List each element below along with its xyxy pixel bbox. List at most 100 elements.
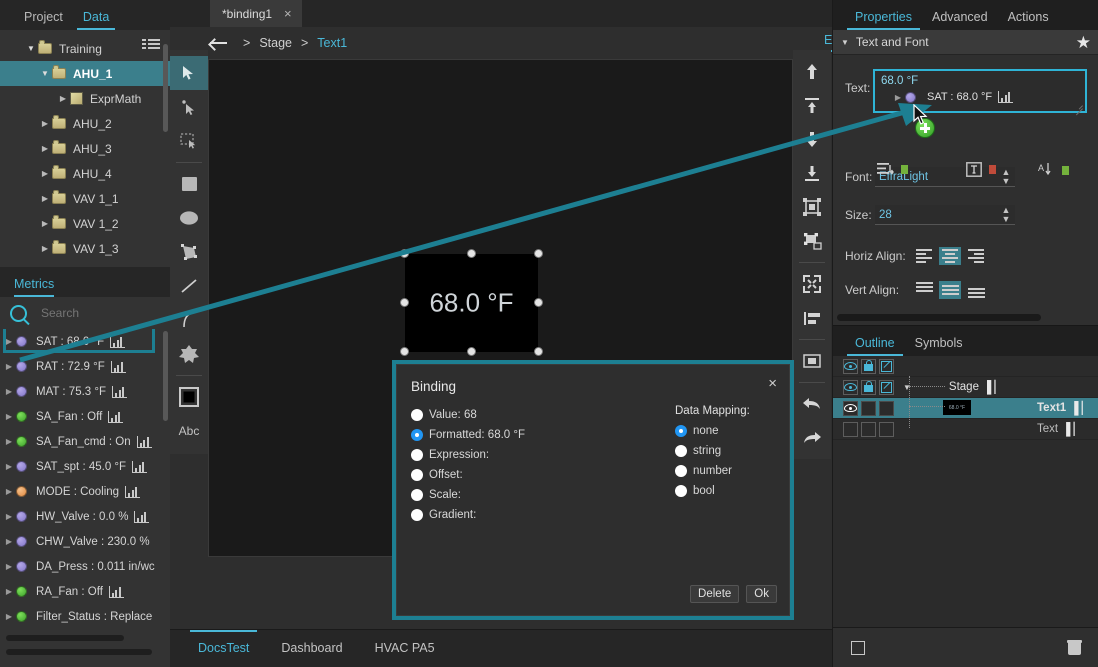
trend-chart-icon[interactable] [125,485,141,498]
size-input[interactable] [875,205,1015,225]
document-tab-binding1[interactable]: *binding1 × [210,0,302,27]
tree-item-ahu-4[interactable]: ▶ AHU_4 [0,161,170,186]
canvas-text-element[interactable]: 68.0 °F [405,254,538,352]
visibility-toggle[interactable] [843,421,858,437]
valign-top-button[interactable] [913,281,935,299]
back-arrow-icon[interactable] [210,38,232,48]
radio-icon[interactable] [411,509,423,521]
chevron-right-icon[interactable]: ▶ [38,194,52,203]
visibility-toggle[interactable] [843,379,858,395]
radio-icon[interactable] [675,425,687,437]
ok-button[interactable]: Ok [746,585,777,603]
tab-advanced[interactable]: Advanced [922,10,998,30]
lock-toggle[interactable] [861,400,876,416]
metric-item-filter-status[interactable]: ▶ Filter_Status : Replace [0,604,170,629]
outline-row-stage[interactable]: ▼ Stage ▌▏ [833,377,1098,398]
radio-icon[interactable] [675,445,687,457]
trend-chart-icon[interactable] [110,335,126,348]
metric-item-sat[interactable]: ▶ SAT : 68.0 °F [0,329,170,354]
data-mapping-number[interactable]: number [675,461,775,481]
resize-handle-nw[interactable] [400,249,409,258]
send-to-back-icon[interactable] [793,156,831,190]
trend-chart-icon[interactable] [136,435,152,448]
outline-row-text1[interactable]: 68.0 °F Text1 ▌▏ [833,398,1098,419]
trend-chart-icon[interactable] [132,460,148,473]
metrics-hscrollbar-1[interactable] [6,635,124,641]
binding-option-gradient[interactable]: Gradient: [411,505,775,525]
text-tool[interactable]: Abc [170,414,208,448]
trash-icon[interactable] [1067,640,1082,655]
chevron-right-icon[interactable]: ▶ [38,144,52,153]
radio-icon[interactable] [411,449,423,461]
chevron-right-icon[interactable]: ▶ [2,387,16,396]
trend-chart-icon[interactable] [108,585,124,598]
tab-data[interactable]: Data [73,10,119,30]
visibility-toggle-all[interactable] [843,358,858,374]
valign-bottom-button[interactable] [965,281,987,299]
chevron-right-icon[interactable]: ▶ [38,219,52,228]
chevron-down-icon[interactable]: ▼ [38,69,52,78]
align-left-icon[interactable] [793,301,831,335]
radio-icon[interactable] [675,465,687,477]
redo-icon[interactable] [793,421,831,455]
frame-tool[interactable] [170,380,208,414]
chevron-right-icon[interactable]: ▶ [2,487,16,496]
chevron-right-icon[interactable]: ▶ [38,169,52,178]
list-view-icon[interactable] [142,39,160,52]
size-stepper-icon[interactable]: ▲ ▼ [1001,206,1011,224]
chevron-right-icon[interactable]: ▶ [38,119,52,128]
tab-actions[interactable]: Actions [998,10,1059,30]
metric-item-hw-valve[interactable]: ▶ HW_Valve : 0.0 % [0,504,170,529]
properties-hscrollbar[interactable] [837,314,1041,321]
resize-handle-s[interactable] [467,347,476,356]
tree-item-ahu-3[interactable]: ▶ AHU_3 [0,136,170,161]
data-mapping-bool[interactable]: bool [675,481,775,501]
radio-icon[interactable] [675,485,687,497]
edit-toggle[interactable] [879,421,894,437]
chevron-right-icon[interactable]: ▶ [2,437,16,446]
search-input[interactable] [39,305,153,321]
chevron-right-icon[interactable]: ▶ [2,512,16,521]
tree-item-vav-1-1[interactable]: ▶ VAV 1_1 [0,186,170,211]
align-center-button[interactable] [939,247,961,265]
chevron-right-icon[interactable]: ▶ [2,562,16,571]
metric-item-mat[interactable]: ▶ MAT : 75.3 °F [0,379,170,404]
delete-button[interactable]: Delete [690,585,740,603]
metric-item-rat[interactable]: ▶ RAT : 72.9 °F [0,354,170,379]
chevron-right-icon[interactable]: ▶ [2,587,16,596]
breadcrumb-text1[interactable]: Text1 [317,36,347,50]
chevron-right-icon[interactable]: ▶ [38,244,52,253]
resize-grip-icon[interactable] [1074,101,1083,110]
text-fit-control[interactable] [966,162,996,177]
autosize-state-chip[interactable] [1062,165,1069,175]
ungroup-icon[interactable] [793,224,831,258]
visibility-toggle[interactable] [843,400,858,416]
image-tool-icon[interactable] [793,344,831,378]
tree-item-vav-1-2[interactable]: ▶ VAV 1_2 [0,211,170,236]
metrics-hscrollbar-2[interactable] [6,649,152,655]
lock-toggle-all[interactable] [861,358,876,374]
wrap-state-chip[interactable] [901,165,908,174]
metric-item-ra-fan[interactable]: ▶ RA_Fan : Off [0,579,170,604]
align-left-button[interactable] [913,247,935,265]
data-mapping-none[interactable]: none [675,421,775,441]
metric-item-sa-fan-cmd[interactable]: ▶ SA_Fan_cmd : On [0,429,170,454]
chevron-right-icon[interactable]: ▶ [2,462,16,471]
trend-chart-icon[interactable] [110,360,126,373]
trend-chart-icon[interactable] [108,410,124,423]
tree-item-vav-1-3[interactable]: ▶ VAV 1_3 [0,236,170,261]
metric-item-chw-valve[interactable]: ▶ CHW_Valve : 230.0 % [0,529,170,554]
align-right-button[interactable] [965,247,987,265]
chevron-right-icon[interactable]: ▶ [2,537,16,546]
favorite-star-icon[interactable]: ★ [1076,34,1091,51]
fit-to-screen-icon[interactable] [793,267,831,301]
resize-handle-n[interactable] [467,249,476,258]
chevron-right-icon[interactable]: ▶ [56,94,70,103]
arc-tool[interactable] [170,303,208,337]
metric-item-da-press[interactable]: ▶ DA_Press : 0.011 in/wc [0,554,170,579]
chevron-down-icon[interactable]: ▼ [24,44,38,53]
auto-size-control[interactable]: A [1038,162,1069,178]
chevron-right-icon[interactable]: ▶ [2,362,16,371]
tree-item-exprmath[interactable]: ▶ ExprMath [0,86,170,111]
tab-docstest[interactable]: DocsTest [182,630,265,667]
